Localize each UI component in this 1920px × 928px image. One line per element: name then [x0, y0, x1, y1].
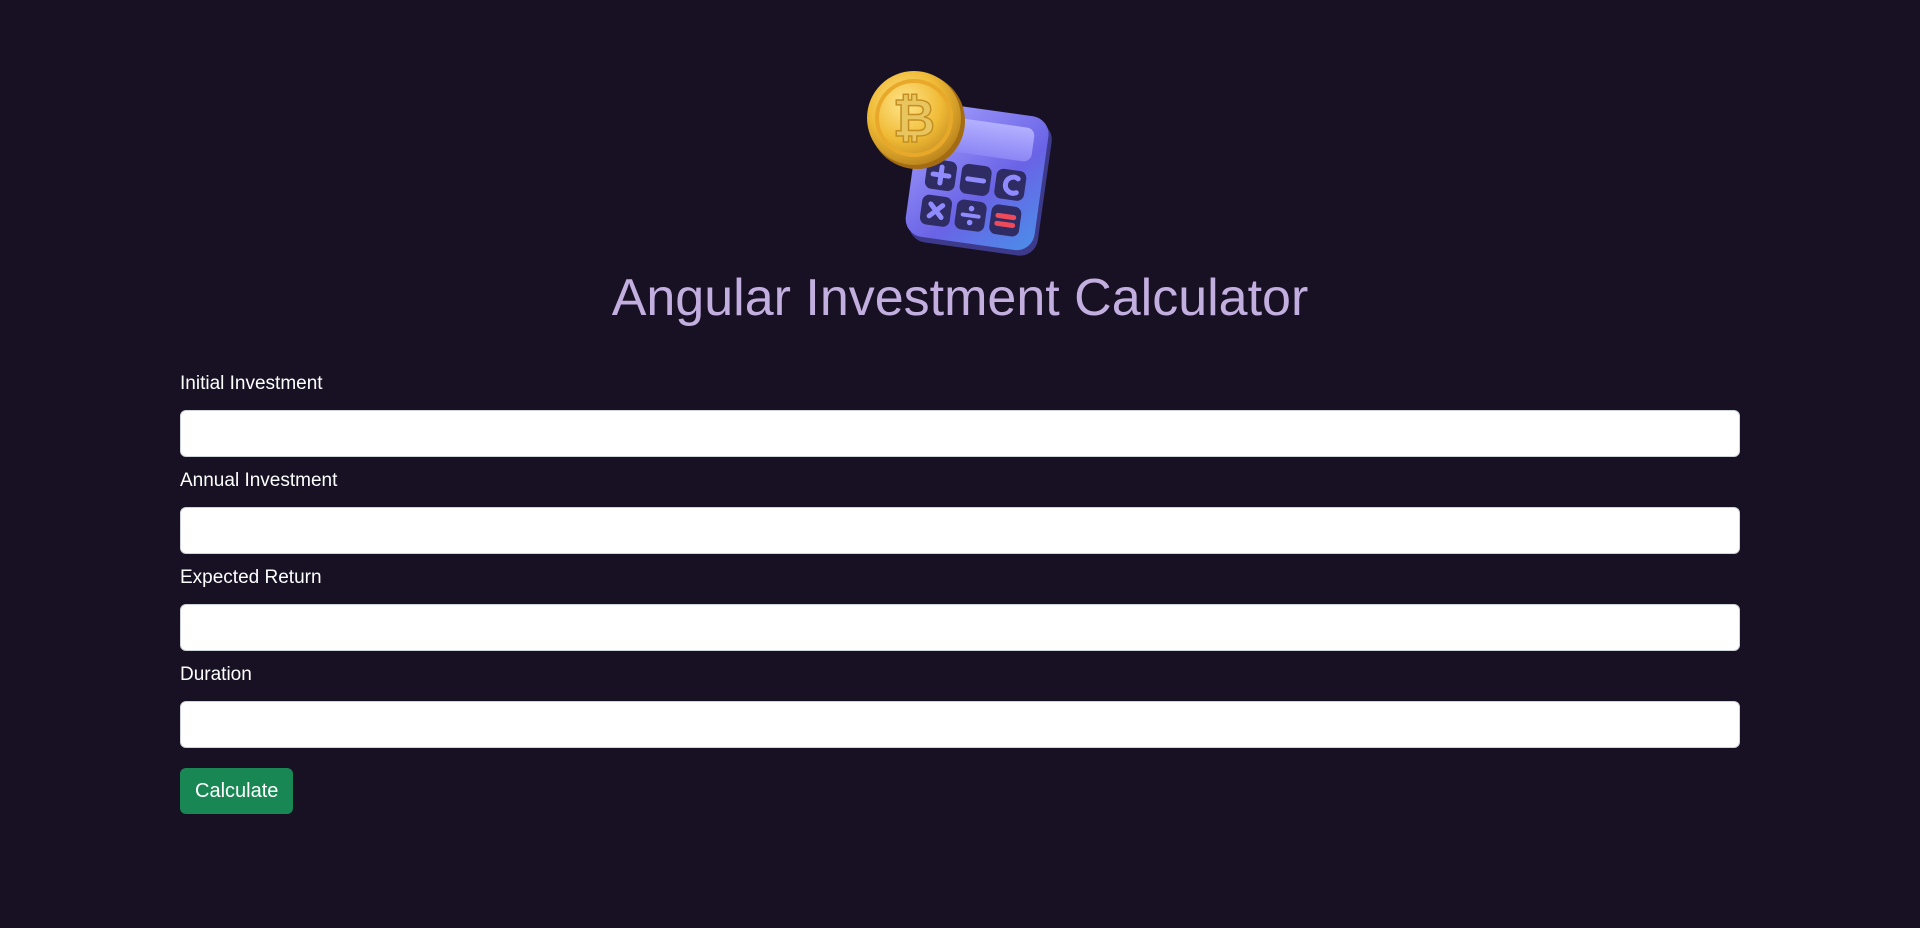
- initial-investment-input[interactable]: [180, 410, 1740, 457]
- initial-investment-label: Initial Investment: [180, 373, 323, 394]
- expected-return-input[interactable]: [180, 604, 1740, 651]
- initial-investment-group: Initial Investment: [180, 372, 1740, 457]
- expected-return-label: Expected Return: [180, 567, 322, 588]
- duration-group: Duration: [180, 663, 1740, 748]
- app-header: ₿ Angular Investment Calculator: [0, 70, 1920, 328]
- duration-input[interactable]: [180, 701, 1740, 748]
- annual-investment-group: Annual Investment: [180, 469, 1740, 554]
- investment-form: Initial Investment Annual Investment Exp…: [180, 372, 1740, 814]
- page-title: Angular Investment Calculator: [611, 269, 1309, 327]
- calculate-button[interactable]: Calculate: [180, 768, 294, 814]
- app-page: ₿ Angular Investment Calculator Initial …: [0, 0, 1920, 928]
- expected-return-group: Expected Return: [180, 566, 1740, 651]
- duration-label: Duration: [180, 664, 252, 685]
- svg-text:₿: ₿: [893, 89, 935, 149]
- bitcoin-calculator-icon: ₿: [867, 71, 1052, 256]
- annual-investment-label: Annual Investment: [180, 470, 338, 491]
- annual-investment-input[interactable]: [180, 507, 1740, 554]
